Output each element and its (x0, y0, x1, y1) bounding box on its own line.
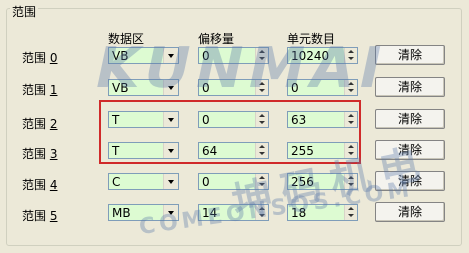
dropdown-button[interactable] (163, 80, 178, 95)
spin-up-icon[interactable] (348, 207, 354, 210)
spin-up-icon[interactable] (348, 50, 354, 53)
clear-button-5[interactable]: 清除 (375, 202, 445, 222)
range-label-0: 范围 0 (22, 51, 58, 65)
column-header-count: 单元数目 (287, 32, 336, 46)
count-spin-5[interactable]: 18 (287, 204, 358, 221)
data-area-combo-5[interactable]: MB (108, 204, 179, 221)
clear-button-1[interactable]: 清除 (375, 77, 445, 97)
offset-value: 14 (202, 206, 218, 220)
spin-up-icon[interactable] (259, 176, 265, 179)
offset-value: 0 (202, 81, 210, 95)
group-title: 范围 (10, 5, 39, 19)
offset-spin-1[interactable]: 0 (198, 79, 269, 96)
spin-buttons[interactable] (255, 48, 268, 63)
range-label-5: 范围 5 (22, 209, 58, 223)
count-value: 256 (291, 175, 314, 189)
spin-buttons[interactable] (255, 80, 268, 95)
offset-spin-4[interactable]: 0 (198, 173, 269, 190)
count-spin-0[interactable]: 10240 (287, 47, 358, 64)
dropdown-button[interactable] (163, 205, 178, 220)
spin-buttons[interactable] (344, 48, 357, 63)
count-value: 0 (291, 81, 299, 95)
offset-value: 0 (202, 175, 210, 189)
chevron-down-icon (168, 211, 174, 215)
data-area-value: VB (112, 81, 129, 95)
range-label-4: 范围 4 (22, 178, 58, 192)
data-area-combo-4[interactable]: C (108, 173, 179, 190)
spin-buttons[interactable] (255, 174, 268, 189)
range-label-3: 范围 3 (22, 147, 58, 161)
clear-button-0[interactable]: 清除 (375, 45, 445, 65)
column-header-data-area: 数据区 (108, 32, 145, 46)
spin-buttons[interactable] (344, 80, 357, 95)
spin-down-icon[interactable] (259, 57, 265, 60)
dropdown-button[interactable] (163, 48, 178, 63)
spin-down-icon[interactable] (259, 183, 265, 186)
spin-up-icon[interactable] (259, 50, 265, 53)
spin-up-icon[interactable] (348, 82, 354, 85)
spin-up-icon[interactable] (348, 176, 354, 179)
spin-down-icon[interactable] (259, 89, 265, 92)
spin-down-icon[interactable] (348, 183, 354, 186)
chevron-down-icon (168, 86, 174, 90)
column-header-offset: 偏移量 (198, 32, 235, 46)
range-label-1: 范围 1 (22, 83, 58, 97)
dropdown-button[interactable] (163, 174, 178, 189)
chevron-down-icon (168, 54, 174, 58)
range-label-2: 范围 2 (22, 117, 58, 131)
spin-buttons[interactable] (255, 205, 268, 220)
clear-button-3[interactable]: 清除 (375, 140, 445, 160)
count-spin-4[interactable]: 256 (287, 173, 358, 190)
data-area-value: MB (112, 206, 131, 220)
count-spin-1[interactable]: 0 (287, 79, 358, 96)
spin-up-icon[interactable] (259, 82, 265, 85)
count-value: 18 (291, 206, 307, 220)
chevron-down-icon (168, 180, 174, 184)
data-area-combo-1[interactable]: VB (108, 79, 179, 96)
clear-button-2[interactable]: 清除 (375, 109, 445, 129)
data-area-combo-0[interactable]: VB (108, 47, 179, 64)
offset-spin-5[interactable]: 14 (198, 204, 269, 221)
spin-buttons[interactable] (344, 205, 357, 220)
highlight-annotation-box (99, 100, 361, 164)
clear-button-4[interactable]: 清除 (375, 171, 445, 191)
spin-down-icon[interactable] (348, 89, 354, 92)
spin-down-icon[interactable] (348, 57, 354, 60)
spin-down-icon[interactable] (348, 214, 354, 217)
data-area-value: VB (112, 49, 129, 63)
spin-buttons[interactable] (344, 174, 357, 189)
spin-up-icon[interactable] (259, 207, 265, 210)
offset-spin-0[interactable]: 0 (198, 47, 269, 64)
data-area-value: C (112, 175, 121, 189)
spin-down-icon[interactable] (259, 214, 265, 217)
offset-value: 0 (202, 49, 210, 63)
count-value: 10240 (291, 49, 330, 63)
